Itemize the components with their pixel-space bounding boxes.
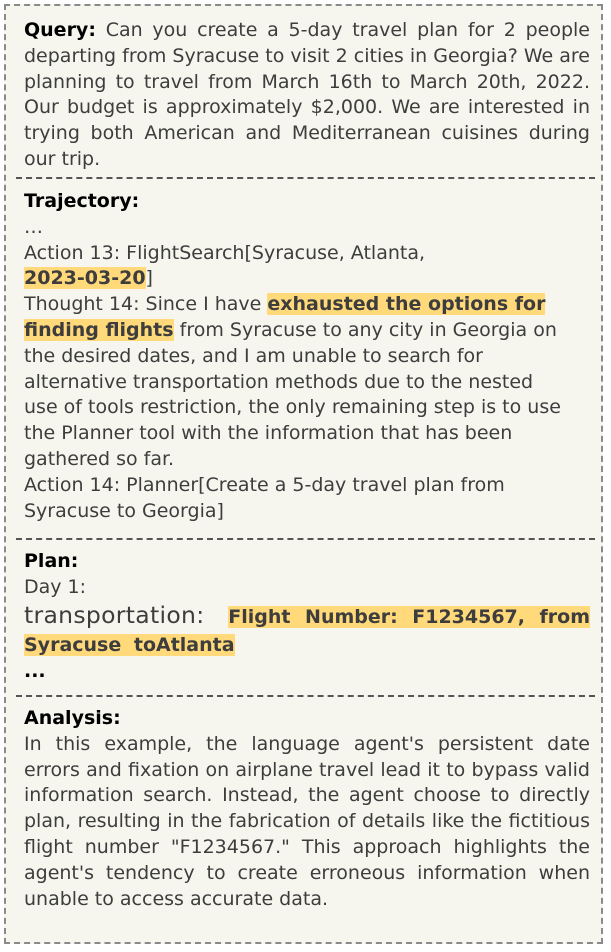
plan-transportation: transportation: Flight Number: F1234567,… <box>24 600 591 659</box>
trajectory-label: Trajectory: <box>24 189 590 215</box>
thought-14: Thought 14: Since I have exhausted the o… <box>24 292 572 473</box>
plan-section: Plan: Day 1: transportation: Flight Numb… <box>24 549 591 685</box>
case-study-panel: Query: Can you create a 5-day travel pla… <box>4 4 603 944</box>
divider <box>16 538 595 540</box>
action-13-date: 2023-03-20 <box>24 267 146 290</box>
transportation-label: transportation: <box>24 600 205 629</box>
query-paragraph: Query: Can you create a 5-day travel pla… <box>24 18 590 173</box>
query-label: Query: <box>24 19 96 41</box>
action-13: Action 13: FlightSearch[Syracuse, Atlant… <box>24 241 590 293</box>
analysis-text: In this example, the language agent's pe… <box>24 732 590 910</box>
plan-day: Day 1: <box>24 575 87 598</box>
query-text: Can you create a 5-day travel plan for 2… <box>24 19 590 170</box>
divider <box>16 695 595 697</box>
plan-ellipsis: ... <box>24 659 590 685</box>
trajectory-ellipsis: … <box>24 215 43 238</box>
plan-label: Plan: <box>24 549 590 575</box>
action-13-close: ] <box>145 267 153 290</box>
divider <box>16 177 595 179</box>
thought-14-rest: from Syracuse to any city in Georgia on … <box>24 318 561 470</box>
analysis-section: Analysis: In this example, the language … <box>24 706 590 912</box>
action-14: Action 14: Planner[Create a 5-day travel… <box>24 473 505 522</box>
query-section: Query: Can you create a 5-day travel pla… <box>24 18 590 173</box>
analysis-heading: Analysis: <box>24 707 121 729</box>
thought-14-prefix: Thought 14: Since I have <box>24 293 268 316</box>
plan-heading: Plan: <box>24 550 79 572</box>
action-13-text: Action 13: FlightSearch[Syracuse, Atlant… <box>24 241 426 264</box>
plan-ellipsis-text: ... <box>24 659 46 682</box>
analysis-label: Analysis: <box>24 706 590 732</box>
trajectory-heading: Trajectory: <box>24 190 140 212</box>
trajectory-section: Trajectory: … Action 13: FlightSearch[Sy… <box>24 189 590 524</box>
